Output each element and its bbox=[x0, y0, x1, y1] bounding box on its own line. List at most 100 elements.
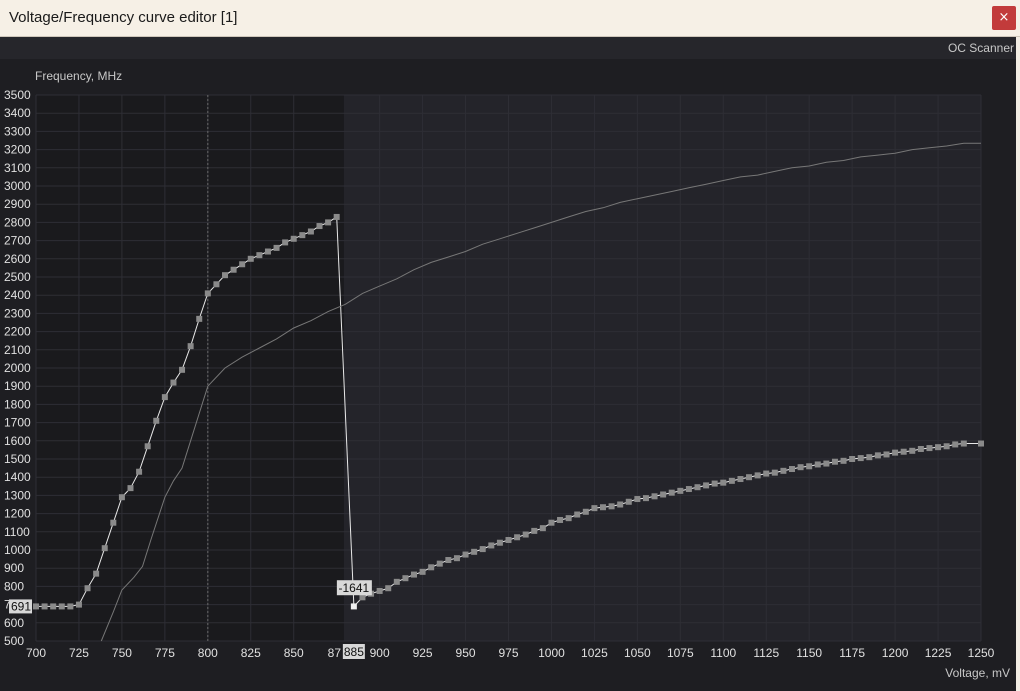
curve-point bbox=[436, 560, 443, 567]
y-tick-label: 1300 bbox=[4, 488, 31, 502]
curve-point bbox=[136, 468, 143, 475]
y-tick-label: 600 bbox=[4, 616, 24, 630]
curve-point bbox=[376, 587, 383, 594]
curve-point bbox=[952, 441, 959, 448]
x-marker-label: 885 bbox=[344, 645, 364, 659]
y-tick-label: 1200 bbox=[4, 507, 31, 521]
y-tick-label: 3100 bbox=[4, 161, 31, 175]
x-tick-label: 950 bbox=[456, 646, 476, 660]
curve-point bbox=[256, 252, 263, 259]
y-tick-label: 2300 bbox=[4, 306, 31, 320]
curve-point bbox=[574, 511, 581, 518]
x-tick-label: 87 bbox=[328, 646, 342, 660]
curve-point bbox=[539, 525, 546, 532]
curve-point bbox=[840, 457, 847, 464]
curve-point bbox=[488, 542, 495, 549]
curve-point bbox=[917, 445, 924, 452]
curve-point bbox=[161, 394, 168, 401]
close-button[interactable]: × bbox=[992, 6, 1016, 30]
curve-point bbox=[110, 519, 117, 526]
curve-point bbox=[75, 601, 82, 608]
curve-point bbox=[849, 456, 856, 462]
curve-point bbox=[651, 493, 658, 500]
curve-point bbox=[144, 443, 151, 450]
oc-scanner-button[interactable]: OC Scanner bbox=[948, 41, 1014, 55]
curve-point bbox=[720, 479, 727, 486]
y-tick-label: 500 bbox=[4, 634, 24, 648]
curve-point bbox=[797, 464, 804, 471]
x-tick-label: 975 bbox=[498, 646, 518, 660]
curve-point bbox=[857, 455, 864, 462]
curve-point bbox=[685, 486, 692, 493]
x-tick-label: 1025 bbox=[581, 646, 608, 660]
x-tick-label: 1075 bbox=[667, 646, 694, 660]
curve-point bbox=[591, 505, 598, 512]
curve-point bbox=[239, 261, 246, 268]
curve-point bbox=[625, 498, 632, 505]
curve-point bbox=[909, 447, 916, 454]
y-tick-label: 1100 bbox=[4, 525, 30, 539]
curve-point bbox=[84, 585, 91, 592]
curve-point bbox=[557, 516, 564, 523]
x-tick-label: 850 bbox=[284, 646, 304, 660]
x-tick-label: 1125 bbox=[753, 646, 779, 660]
curve-point bbox=[419, 568, 426, 575]
curve-point bbox=[746, 474, 753, 481]
curve-point bbox=[118, 494, 125, 501]
y-tick-label: 3000 bbox=[4, 179, 31, 193]
y-tick-label: 1000 bbox=[4, 543, 31, 557]
curve-point bbox=[307, 228, 314, 235]
x-tick-label: 1100 bbox=[710, 646, 736, 660]
curve-point bbox=[600, 504, 606, 511]
y-axis-title: Frequency, MHz bbox=[35, 69, 122, 83]
curve-point bbox=[428, 564, 435, 571]
x-tick-label: 900 bbox=[370, 646, 390, 660]
x-tick-label: 700 bbox=[26, 646, 46, 660]
curve-point bbox=[754, 472, 761, 479]
curve-point bbox=[771, 469, 778, 476]
y-tick-label: 1500 bbox=[4, 452, 31, 466]
curve-point bbox=[728, 477, 735, 484]
curve-point bbox=[213, 281, 220, 288]
y-tick-label: 1800 bbox=[4, 397, 31, 411]
y-tick-label: 2500 bbox=[4, 270, 31, 284]
curve-point bbox=[960, 440, 967, 447]
y-tick-label: 3200 bbox=[4, 143, 31, 157]
curve-point bbox=[333, 213, 340, 220]
curve-point bbox=[763, 470, 770, 477]
curve-point bbox=[153, 417, 160, 424]
x-tick-label: 925 bbox=[413, 646, 433, 660]
curve-point bbox=[823, 460, 830, 467]
y-tick-label: 2900 bbox=[4, 197, 31, 211]
y-tick-label: 2700 bbox=[4, 234, 31, 248]
y-tick-label: 1700 bbox=[4, 416, 31, 430]
curve-point bbox=[290, 235, 297, 242]
curve-point bbox=[634, 496, 641, 503]
close-icon: × bbox=[998, 10, 1010, 25]
curve-point bbox=[505, 536, 512, 543]
curve-point bbox=[50, 603, 57, 610]
x-tick-label: 750 bbox=[112, 646, 132, 660]
curve-point bbox=[737, 476, 744, 483]
curve-editor-graph[interactable]: 3500 3400 3300 3200 3100 3000 2900 2800 2700 2600… bbox=[0, 59, 1016, 691]
x-tick-label: 1200 bbox=[882, 646, 909, 660]
curve-point bbox=[462, 551, 469, 558]
vf-curve-chart[interactable]: 3500 3400 3300 3200 3100 3000 2900 2800 2700 2600… bbox=[0, 59, 1016, 691]
curve-point bbox=[943, 443, 950, 450]
x-tick-label: 1150 bbox=[796, 646, 822, 660]
curve-point bbox=[668, 489, 675, 496]
curve-point bbox=[814, 461, 821, 468]
curve-point bbox=[789, 466, 795, 473]
curve-point bbox=[273, 244, 280, 251]
curve-point bbox=[471, 548, 478, 555]
y-tick-label: 2400 bbox=[4, 288, 31, 302]
offset-label: -1641 bbox=[339, 581, 370, 595]
curve-point bbox=[41, 603, 48, 610]
curve-point bbox=[170, 379, 177, 386]
curve-point bbox=[608, 503, 615, 510]
curve-point bbox=[677, 487, 684, 494]
curve-point bbox=[866, 454, 873, 461]
curve-point bbox=[58, 603, 65, 610]
curve-point bbox=[299, 232, 306, 239]
curve-point bbox=[926, 445, 933, 452]
